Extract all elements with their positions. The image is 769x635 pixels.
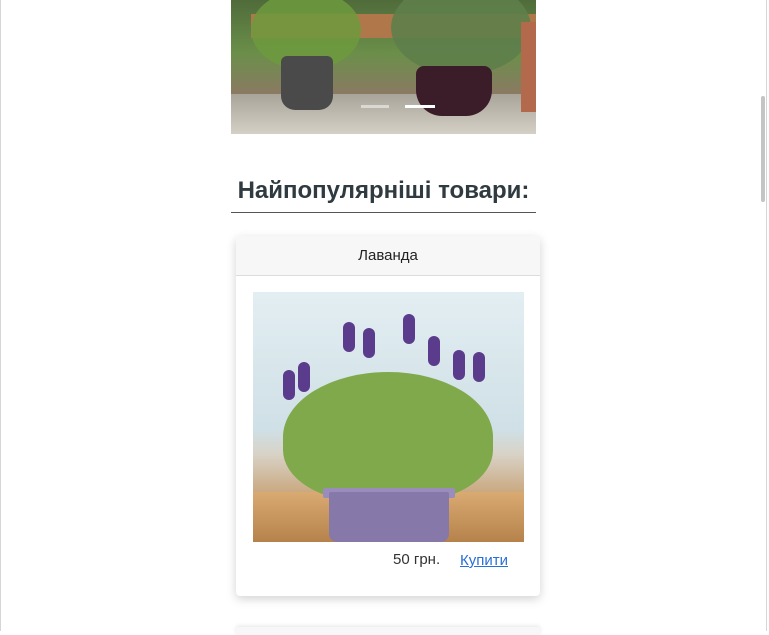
product-name: Лаванда bbox=[236, 236, 540, 276]
carousel-pot bbox=[521, 22, 536, 112]
carousel-pot bbox=[281, 56, 333, 110]
page-left-border bbox=[0, 0, 1, 631]
carousel-indicator-active[interactable] bbox=[405, 105, 435, 108]
image-lavender-flower bbox=[403, 314, 415, 344]
image-lavender-flower bbox=[428, 336, 440, 366]
hero-carousel-image bbox=[231, 0, 536, 134]
image-lavender-flower bbox=[298, 362, 310, 392]
carousel-indicator[interactable] bbox=[361, 105, 389, 108]
carousel-pot bbox=[416, 66, 492, 116]
buy-link[interactable]: Купити bbox=[460, 552, 508, 569]
product-image bbox=[253, 292, 524, 542]
scrollbar-thumb[interactable] bbox=[761, 96, 765, 202]
image-lavender-flower bbox=[343, 322, 355, 352]
carousel-plant-leaves bbox=[391, 0, 531, 75]
image-lavender-flower bbox=[453, 350, 465, 380]
image-pot bbox=[329, 492, 449, 542]
image-lavender-flower bbox=[363, 328, 375, 358]
section-title: Найпопулярніші товари: bbox=[231, 175, 536, 213]
image-lavender-bush bbox=[283, 372, 493, 502]
image-lavender-flower bbox=[283, 370, 295, 400]
page-right-border bbox=[766, 0, 767, 631]
product-price: 50 грн. bbox=[393, 551, 441, 568]
next-product-card-edge bbox=[236, 627, 540, 635]
product-card: Лаванда 50 грн. Купити bbox=[236, 236, 540, 596]
carousel-wood-floor bbox=[231, 94, 536, 134]
image-lavender-flower bbox=[473, 352, 485, 382]
